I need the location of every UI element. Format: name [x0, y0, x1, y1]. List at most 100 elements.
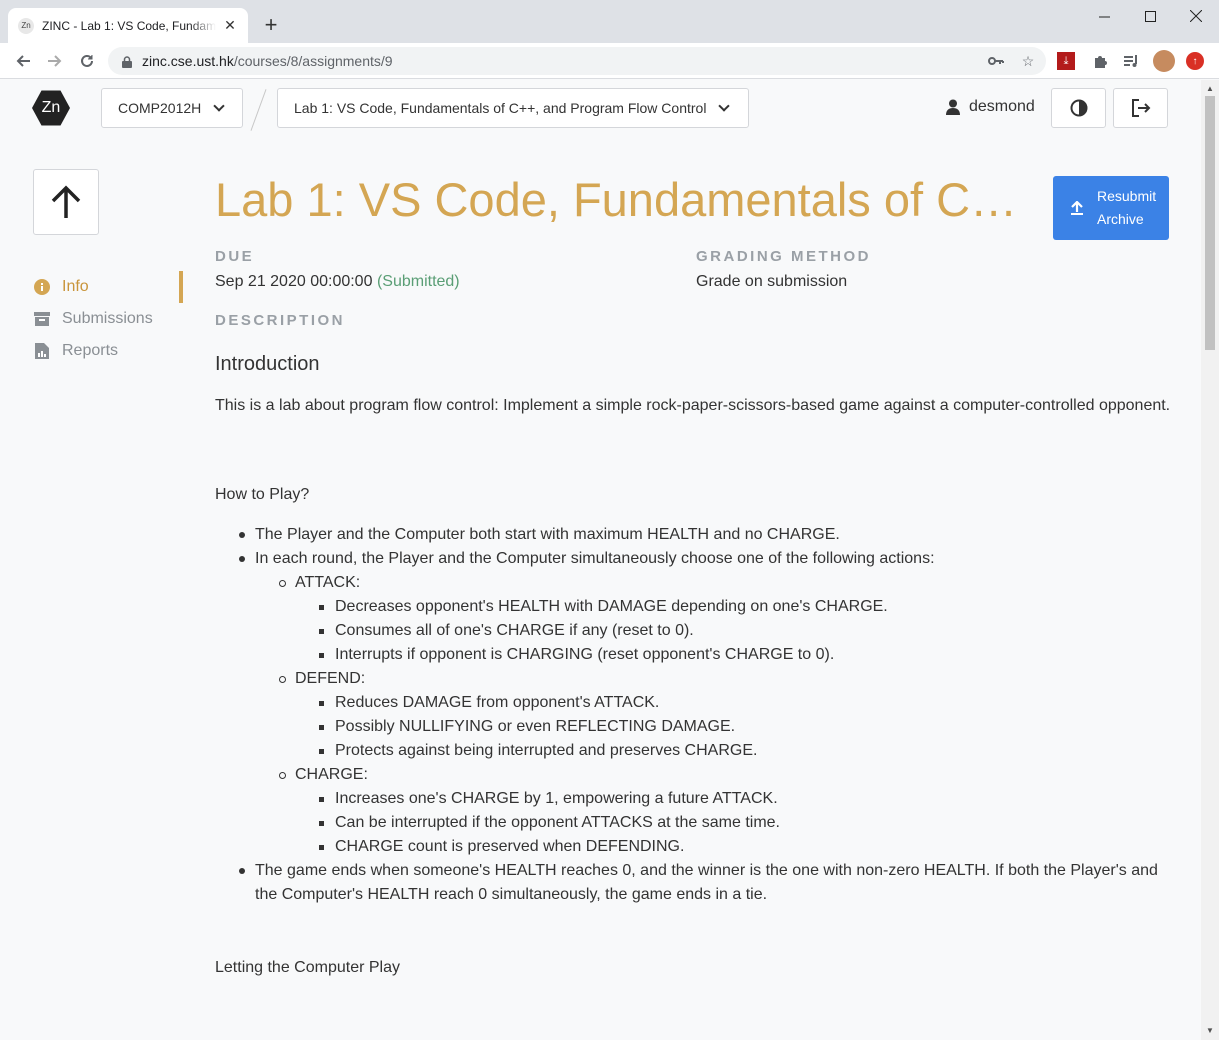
list-item: Protects against being interrupted and p…	[295, 739, 1175, 763]
logout-button[interactable]	[1113, 88, 1168, 128]
grading-method-label: GRADING METHOD	[696, 248, 871, 265]
list-item: Decreases opponent's HEALTH with DAMAGE …	[295, 595, 1175, 619]
page-scrollbar[interactable]: ▲ ▼	[1201, 80, 1219, 1040]
chevron-down-icon	[213, 100, 225, 112]
scroll-up-icon[interactable]: ▲	[1205, 83, 1215, 93]
sidebar-item-label: Reports	[62, 342, 119, 359]
pdf-extension-icon[interactable]: ⤓	[1057, 52, 1075, 70]
user-menu[interactable]: desmond	[946, 98, 1035, 116]
browser-toolbar: zinc.cse.ust.hk/courses/8/assignments/9 …	[0, 43, 1219, 79]
breadcrumb-divider	[250, 89, 267, 131]
list-item: Possibly NULLIFYING or even REFLECTING D…	[295, 715, 1175, 739]
back-up-button[interactable]	[33, 169, 99, 235]
tab-close-icon[interactable]: ✕	[222, 17, 238, 34]
assignment-select[interactable]: Lab 1: VS Code, Fundamentals of C++, and…	[277, 88, 749, 128]
sidebar-item-submissions[interactable]: Submissions	[34, 303, 184, 335]
report-icon	[34, 343, 50, 359]
close-window-icon[interactable]	[1173, 0, 1219, 32]
list-item: In each round, the Player and the Comput…	[215, 547, 1175, 859]
lock-icon	[122, 55, 132, 68]
page-title: Lab 1: VS Code, Fundamentals of C++, and…	[215, 173, 1037, 226]
actions-list: ATTACK: Decreases opponent's HEALTH with…	[255, 571, 1175, 859]
course-select[interactable]: COMP2012H	[101, 88, 243, 128]
list-item: The Player and the Computer both start w…	[215, 523, 1175, 547]
chevron-down-icon	[718, 100, 731, 112]
profile-avatar[interactable]	[1153, 50, 1175, 72]
reload-icon[interactable]	[73, 47, 101, 75]
list-item: Increases one's CHARGE by 1, empowering …	[295, 787, 1175, 811]
page-content: Zn COMP2012H Lab 1: VS Code, Fundamental…	[0, 80, 1201, 1040]
browser-tab[interactable]: Zn ZINC - Lab 1: VS Code, Fundamentals o…	[8, 8, 248, 43]
maximize-icon[interactable]	[1127, 0, 1173, 32]
resubmit-label-line1: Resubmit	[1097, 188, 1157, 204]
favicon-icon: Zn	[18, 17, 34, 34]
tab-title: ZINC - Lab 1: VS Code, Fundamentals of C…	[42, 18, 216, 33]
resubmit-archive-button[interactable]: Resubmit Archive	[1053, 176, 1169, 240]
due-value: Sep 21 2020 00:00:00 (Submitted)	[215, 273, 460, 291]
computer-play-heading: Letting the Computer Play	[215, 959, 400, 976]
url-host: zinc.cse.ust.hk	[142, 53, 234, 69]
sidebar-nav: Info Submissions Reports	[34, 271, 184, 367]
action-name: ATTACK:	[295, 574, 361, 591]
minimize-icon[interactable]	[1081, 0, 1127, 32]
action-name: CHARGE:	[295, 766, 368, 783]
upload-icon	[1071, 201, 1083, 215]
list-item: Consumes all of one's CHARGE if any (res…	[295, 619, 1175, 643]
url-text: zinc.cse.ust.hk/courses/8/assignments/9	[142, 53, 393, 69]
info-icon	[34, 279, 50, 295]
intro-paragraph: This is a lab about program flow control…	[215, 397, 1171, 414]
update-icon[interactable]: ↑	[1186, 52, 1204, 70]
url-path: /courses/8/assignments/9	[233, 53, 393, 69]
resubmit-label-line2: Archive	[1097, 211, 1144, 227]
list-item: CHARGE count is preserved when DEFENDING…	[295, 835, 1175, 859]
action-details: Reduces DAMAGE from opponent's ATTACK. P…	[295, 691, 1175, 763]
rules-list: The Player and the Computer both start w…	[215, 523, 1175, 907]
sidebar-item-reports[interactable]: Reports	[34, 335, 184, 367]
sidebar-item-label: Info	[62, 278, 89, 295]
action-attack: ATTACK: Decreases opponent's HEALTH with…	[255, 571, 1175, 667]
assignment-select-value: Lab 1: VS Code, Fundamentals of C++, and…	[294, 100, 707, 116]
address-bar[interactable]: zinc.cse.ust.hk/courses/8/assignments/9 …	[108, 47, 1046, 75]
star-icon[interactable]: ☆	[1018, 51, 1038, 71]
extensions-puzzle-icon[interactable]	[1089, 50, 1111, 72]
due-label: DUE	[215, 248, 255, 265]
action-details: Increases one's CHARGE by 1, empowering …	[295, 787, 1175, 859]
due-date: Sep 21 2020 00:00:00	[215, 273, 373, 290]
action-details: Decreases opponent's HEALTH with DAMAGE …	[295, 595, 1175, 667]
active-indicator	[179, 271, 183, 303]
submitted-status: (Submitted)	[376, 273, 460, 290]
sidebar-item-info[interactable]: Info	[34, 271, 184, 303]
list-item: Can be interrupted if the opponent ATTAC…	[295, 811, 1175, 835]
action-name: DEFEND:	[295, 670, 366, 687]
zinc-logo[interactable]: Zn	[32, 90, 70, 126]
theme-toggle-button[interactable]	[1051, 88, 1106, 128]
archive-icon	[34, 311, 50, 327]
forward-arrow-icon[interactable]	[41, 47, 69, 75]
scroll-down-icon[interactable]: ▼	[1205, 1025, 1215, 1035]
how-to-play-heading: How to Play?	[215, 486, 310, 503]
action-defend: DEFEND: Reduces DAMAGE from opponent's A…	[255, 667, 1175, 763]
course-select-value: COMP2012H	[118, 100, 202, 116]
logout-icon	[1131, 99, 1150, 117]
grading-method-value: Grade on submission	[696, 273, 848, 290]
list-item-text: In each round, the Player and the Comput…	[255, 550, 935, 567]
back-arrow-icon[interactable]	[9, 47, 37, 75]
new-tab-icon[interactable]: +	[258, 12, 284, 38]
sidebar-item-label: Submissions	[62, 310, 153, 327]
key-icon[interactable]	[986, 51, 1006, 71]
description-label: DESCRIPTION	[215, 312, 346, 329]
contrast-icon	[1070, 99, 1087, 117]
action-charge: CHARGE: Increases one's CHARGE by 1, emp…	[255, 763, 1175, 859]
browser-tabstrip: Zn ZINC - Lab 1: VS Code, Fundamentals o…	[0, 0, 1219, 43]
list-item: Reduces DAMAGE from opponent's ATTACK.	[295, 691, 1175, 715]
resubmit-label: Resubmit Archive	[1097, 185, 1156, 231]
user-icon	[946, 99, 960, 115]
list-item: The game ends when someone's HEALTH reac…	[215, 859, 1175, 907]
arrow-up-icon	[51, 185, 81, 218]
username: desmond	[969, 98, 1035, 115]
description-content: Introduction This is a lab about program…	[215, 350, 1175, 996]
list-item: Interrupts if opponent is CHARGING (rese…	[295, 643, 1175, 667]
media-queue-icon[interactable]	[1120, 50, 1142, 72]
scroll-thumb[interactable]	[1205, 96, 1215, 350]
intro-heading: Introduction	[215, 353, 320, 375]
